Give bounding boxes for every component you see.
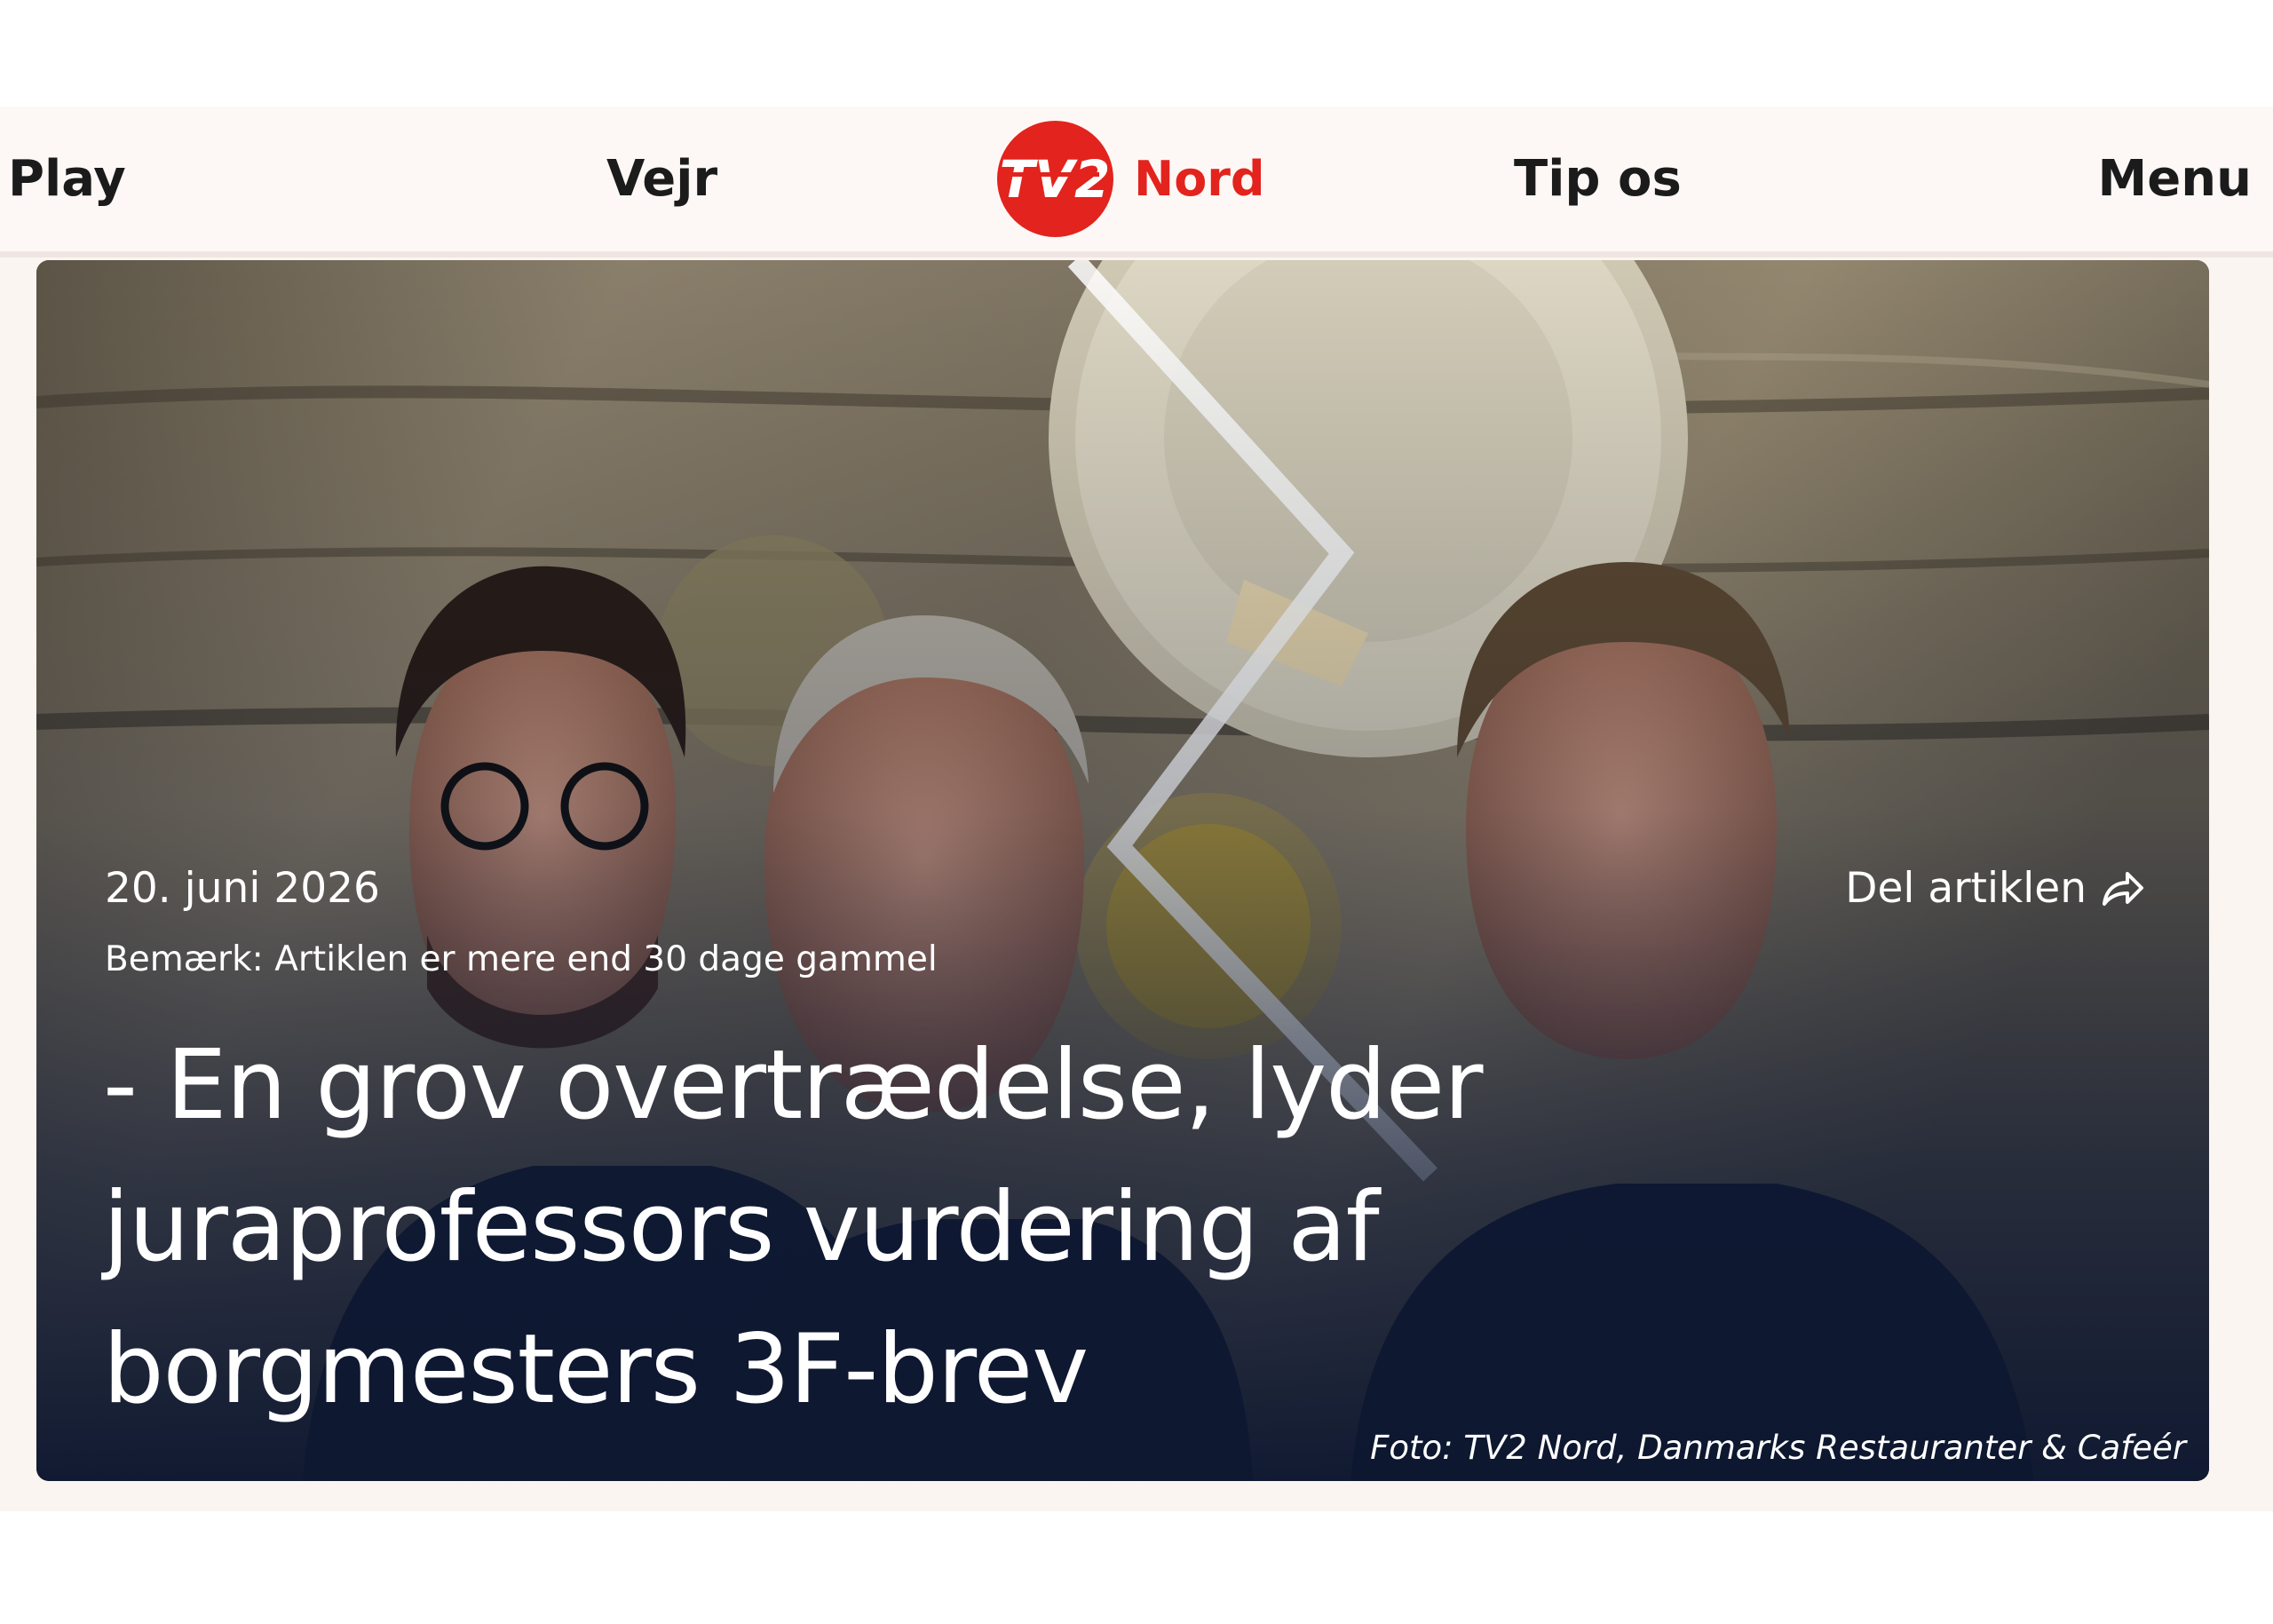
page: Play Vejr TV2 Nord Tip os Menu 20. juni … [0,0,2273,1624]
top-navigation: Play Vejr TV2 Nord Tip os Menu [0,107,2273,257]
nav-menu-button[interactable]: Menu [2098,107,2252,251]
age-notice: Bemærk: Artiklen er mere end 30 dage gam… [105,939,938,979]
share-label: Del artiklen [1845,864,2087,913]
article-headline: - En grov overtrædelse, lyder juraprofes… [103,1030,1484,1425]
nav-vejr-link[interactable]: Vejr [606,107,717,251]
photo-credit: Foto: TV2 Nord, Danmarks Restauranter & … [1370,1429,2186,1467]
article-date: 20. juni 2026 [105,864,380,913]
brand-home-link[interactable]: TV2 Nord [997,107,1265,251]
brand-name: Nord [1134,151,1265,207]
logo-text: TV2 [1000,149,1111,210]
share-article-button[interactable]: Del artiklen [1845,864,2145,913]
nav-tip-link[interactable]: Tip os [1514,107,1682,251]
share-arrow-icon [2103,871,2143,906]
nav-play-link[interactable]: Play [8,107,126,251]
logo-stripe [1011,172,1099,177]
tv2-logo-icon: TV2 [997,121,1113,237]
tv2-logo-glyph: TV2 [1000,149,1111,210]
article-hero: 20. juni 2026 Bemærk: Artiklen er mere e… [36,260,2209,1481]
